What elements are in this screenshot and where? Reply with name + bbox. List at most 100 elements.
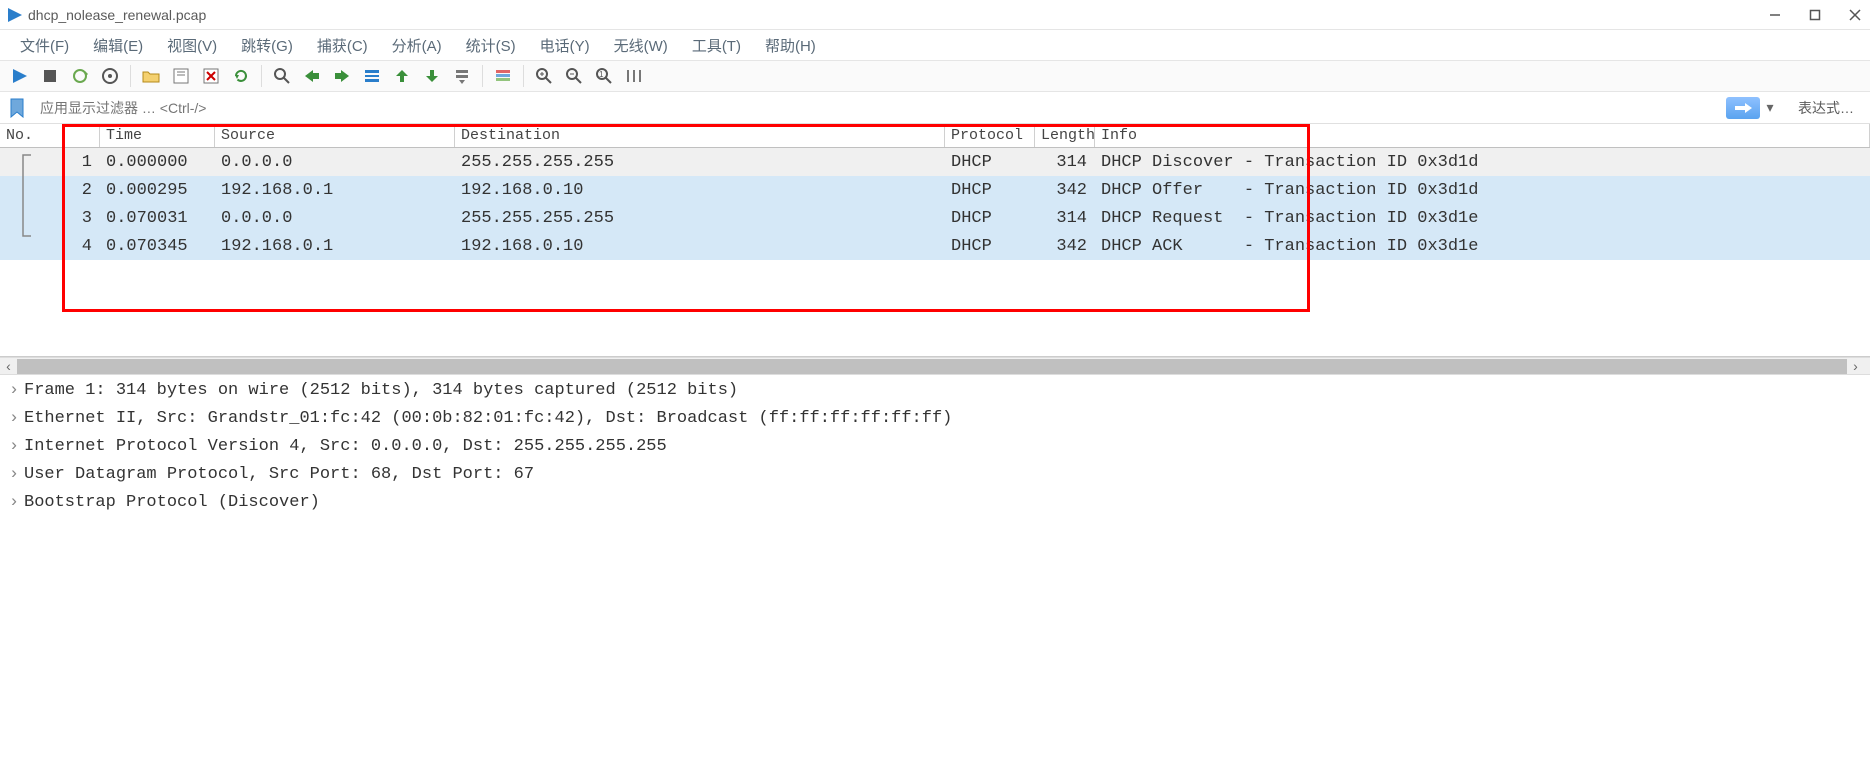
menu-stats[interactable]: 统计(S) [456,31,526,60]
zoom-in-icon[interactable] [530,63,558,89]
packet-row[interactable]: 40.070345192.168.0.1192.168.0.10DHCP342D… [0,232,1870,260]
maximize-button[interactable] [1808,8,1822,22]
resize-columns-icon[interactable] [620,63,648,89]
scroll-thumb[interactable] [17,359,1847,374]
cell-src: 192.168.0.1 [215,181,455,200]
col-header-info[interactable]: Info [1095,124,1870,147]
close-button[interactable] [1848,8,1862,22]
expand-caret-icon[interactable]: › [4,381,24,400]
autoscroll-icon[interactable] [448,63,476,89]
minimize-button[interactable] [1768,8,1782,22]
tree-item[interactable]: ›User Datagram Protocol, Src Port: 68, D… [4,465,1866,493]
col-header-dest[interactable]: Destination [455,124,945,147]
cell-dst: 255.255.255.255 [455,153,945,172]
display-filter-input[interactable] [32,95,1726,121]
menu-analyze[interactable]: 分析(A) [382,31,452,60]
stop-capture-icon[interactable] [36,63,64,89]
cell-time: 0.070345 [100,237,215,256]
tree-item-label: Ethernet II, Src: Grandstr_01:fc:42 (00:… [24,409,952,428]
reload-icon[interactable] [227,63,255,89]
menu-tools[interactable]: 工具(T) [682,31,751,60]
cell-proto: DHCP [945,181,1035,200]
restart-capture-icon[interactable] [66,63,94,89]
scroll-right-icon[interactable]: › [1847,358,1864,375]
packet-list-pane: No. Time Source Destination Protocol Len… [0,124,1870,357]
packet-row[interactable]: 20.000295192.168.0.1192.168.0.10DHCP342D… [0,176,1870,204]
bookmark-icon[interactable] [6,97,28,119]
expand-caret-icon[interactable]: › [4,465,24,484]
tree-item[interactable]: ›Ethernet II, Src: Grandstr_01:fc:42 (00… [4,409,1866,437]
cell-len: 342 [1035,181,1095,200]
tree-item[interactable]: ›Frame 1: 314 bytes on wire (2512 bits),… [4,381,1866,409]
zoom-reset-icon[interactable]: 1 [590,63,618,89]
go-back-icon[interactable] [298,63,326,89]
cell-time: 0.000000 [100,153,215,172]
tree-item[interactable]: ›Bootstrap Protocol (Discover) [4,493,1866,521]
cell-proto: DHCP [945,237,1035,256]
menu-telephony[interactable]: 电话(Y) [530,31,600,60]
packet-list-hscroll[interactable]: ‹ › [0,357,1870,374]
menu-edit[interactable]: 编辑(E) [83,31,153,60]
title-bar: dhcp_nolease_renewal.pcap [0,0,1870,30]
tree-item-label: Frame 1: 314 bytes on wire (2512 bits), … [24,381,738,400]
display-filter-bar: ▾ 表达式… [0,92,1870,124]
toolbar-separator [261,65,262,87]
cell-info: DHCP Discover - Transaction ID 0x3d1d [1095,153,1870,172]
expand-caret-icon[interactable]: › [4,409,24,428]
cell-info: DHCP Offer - Transaction ID 0x3d1d [1095,181,1870,200]
go-forward-icon[interactable] [328,63,356,89]
packet-list-body[interactable]: 10.0000000.0.0.0255.255.255.255DHCP314DH… [0,148,1870,260]
wireshark-fin-icon [8,8,22,22]
window-controls [1768,8,1862,22]
find-packet-icon[interactable] [268,63,296,89]
cell-no: 1 [0,153,100,172]
capture-options-icon[interactable] [96,63,124,89]
expand-caret-icon[interactable]: › [4,493,24,512]
col-header-proto[interactable]: Protocol [945,124,1035,147]
related-packet-marker [17,152,35,242]
cell-len: 342 [1035,237,1095,256]
zoom-out-icon[interactable] [560,63,588,89]
go-last-icon[interactable] [418,63,446,89]
fin-icon[interactable] [6,63,34,89]
cell-info: DHCP Request - Transaction ID 0x3d1e [1095,209,1870,228]
menu-wireless[interactable]: 无线(W) [604,31,678,60]
cell-dst: 192.168.0.10 [455,181,945,200]
menu-help[interactable]: 帮助(H) [755,31,826,60]
packet-row[interactable]: 30.0700310.0.0.0255.255.255.255DHCP314DH… [0,204,1870,232]
expand-caret-icon[interactable]: › [4,437,24,456]
cell-src: 0.0.0.0 [215,153,455,172]
menu-capture[interactable]: 捕获(C) [307,31,378,60]
menu-bar: 文件(F) 编辑(E) 视图(V) 跳转(G) 捕获(C) 分析(A) 统计(S… [0,30,1870,60]
apply-filter-button[interactable] [1726,97,1760,119]
packet-list-header: No. Time Source Destination Protocol Len… [0,124,1870,148]
menu-file[interactable]: 文件(F) [10,31,79,60]
close-file-icon[interactable] [197,63,225,89]
cell-proto: DHCP [945,209,1035,228]
tree-item-label: Bootstrap Protocol (Discover) [24,493,320,512]
open-file-icon[interactable] [137,63,165,89]
cell-no: 4 [0,237,100,256]
col-header-time[interactable]: Time [100,124,215,147]
col-header-no[interactable]: No. [0,124,100,147]
cell-info: DHCP ACK - Transaction ID 0x3d1e [1095,237,1870,256]
tree-item[interactable]: ›Internet Protocol Version 4, Src: 0.0.0… [4,437,1866,465]
filter-dropdown-icon[interactable]: ▾ [1762,97,1778,119]
colorize-icon[interactable] [489,63,517,89]
menu-go[interactable]: 跳转(G) [231,31,303,60]
go-to-packet-icon[interactable] [358,63,386,89]
cell-len: 314 [1035,153,1095,172]
save-file-icon[interactable] [167,63,195,89]
col-header-len[interactable]: Length [1035,124,1095,147]
go-first-icon[interactable] [388,63,416,89]
svg-text:1: 1 [599,70,604,79]
main-toolbar: 1 [0,60,1870,92]
col-header-source[interactable]: Source [215,124,455,147]
menu-view[interactable]: 视图(V) [157,31,227,60]
packet-row[interactable]: 10.0000000.0.0.0255.255.255.255DHCP314DH… [0,148,1870,176]
cell-src: 192.168.0.1 [215,237,455,256]
packet-details-pane[interactable]: ›Frame 1: 314 bytes on wire (2512 bits),… [0,374,1870,527]
cell-time: 0.070031 [100,209,215,228]
expression-button[interactable]: 表达式… [1788,98,1864,118]
scroll-left-icon[interactable]: ‹ [0,358,17,375]
